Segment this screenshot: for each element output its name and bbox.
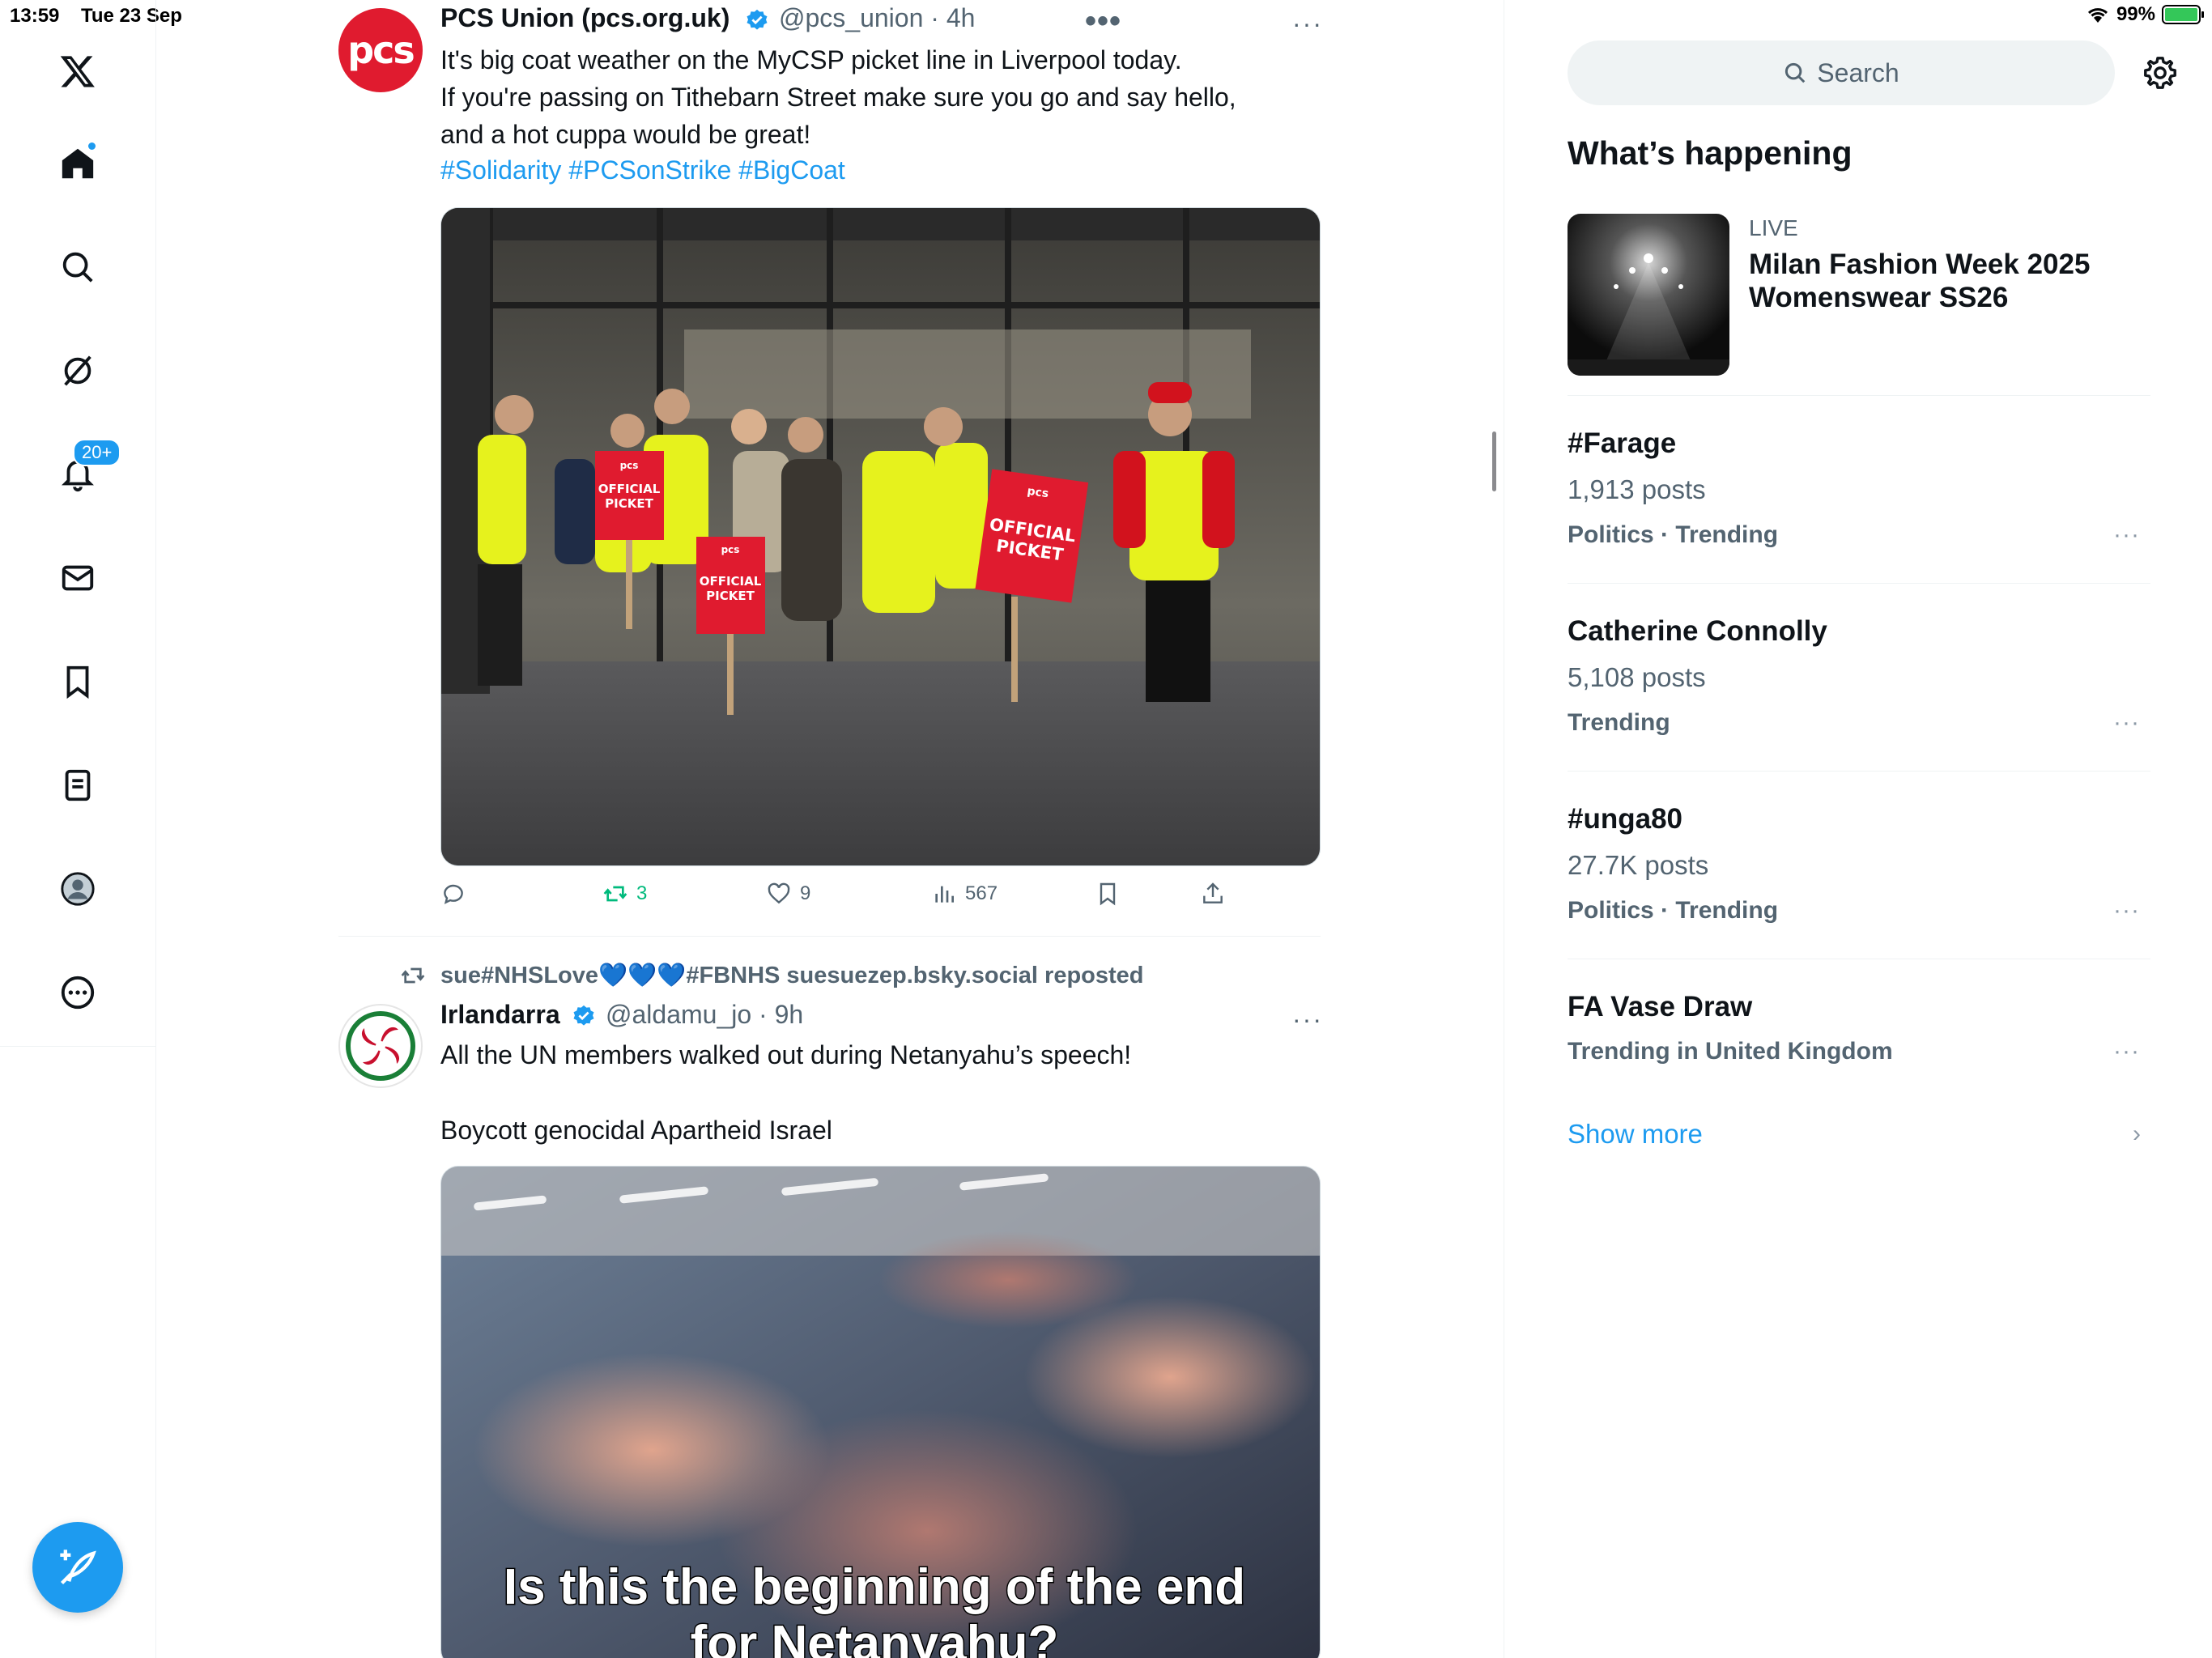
tweet-text-line: If you're passing on Tithebarn Street ma… [440,83,1236,112]
tweet-video[interactable]: Is this the beginning of the end for Net… [440,1166,1321,1658]
irlandarra-avatar[interactable] [338,1004,423,1088]
trend-more-icon[interactable]: ··· [2113,709,2140,737]
trend-post-count: 5,108 posts [1568,662,1706,692]
notification-badge: 20+ [73,439,121,466]
sidebar: 20+ [0,0,156,1658]
tweet-author-name[interactable]: PCS Union (pcs.org.uk) [440,3,730,33]
pcs-avatar[interactable]: pcs [338,8,423,92]
tweet-text-line: All the UN members walked out during Net… [440,1040,1132,1069]
live-event-title[interactable]: Milan Fashion Week 2025 Womenswear SS26 [1749,248,2138,314]
search-icon [1785,62,1806,83]
chevron-right-icon: › [2133,1120,2141,1147]
scroll-indicator[interactable] [1492,432,1496,491]
repost-hearts: 💙💙💙 [598,963,687,988]
messages-envelope-icon[interactable] [53,554,102,602]
grok-icon[interactable] [53,346,102,395]
explore-search-icon[interactable] [53,243,102,291]
search-input[interactable]: Search [1568,40,2115,105]
tweet-separator [338,936,1321,937]
trend-post-count: 1,913 posts [1568,474,1706,504]
tweet-handle-time[interactable]: @aldamu_jo · 9h [606,1000,803,1030]
trend-divider [1568,771,2150,772]
video-caption-line: for Netanyahu? [691,1616,1059,1658]
more-options-icon[interactable] [53,968,102,1017]
trend-title: FA Vase Draw [1568,991,1753,1022]
bookmarks-icon[interactable] [53,657,102,706]
video-caption-line: Is this the beginning of the end [504,1559,1245,1615]
tweet-author-name[interactable]: Irlandarra [440,1000,560,1030]
trend-title: #unga80 [1568,803,1682,835]
sign-pcs-text: pcs [721,544,740,555]
heart-icon [768,882,790,904]
repost-label: #FBNHS suesuezep.bsky.social reposted [686,963,1144,988]
profile-avatar-icon[interactable] [53,865,102,913]
sign-pcs-text: pcs [620,460,639,471]
retweet-icon [603,886,627,902]
trend-post-count: 27.7K posts [1568,850,1709,880]
grabber-dots-icon: ••• [1085,3,1122,39]
x-logo-icon[interactable] [53,47,102,96]
trend-title: Catherine Connolly [1568,615,1827,647]
tweet-text-line: Boycott genocidal Apartheid Israel [440,1116,832,1145]
reply-icon [444,884,463,904]
trend-more-icon[interactable]: ··· [2113,1038,2140,1065]
whats-happening-title: What’s happening [1568,134,1853,172]
retweet-button[interactable]: 3 [602,881,647,907]
trend-category: Politics · Trending [1568,521,1779,548]
bookmark-button[interactable] [1095,881,1121,907]
lists-icon[interactable] [53,761,102,810]
live-event-thumbnail[interactable] [1568,214,1729,376]
trend-title: #Farage [1568,427,1677,459]
tweet-text-line: It's big coat weather on the MyCSP picke… [440,45,1182,74]
trend-category: Politics · Trending [1568,897,1779,924]
notifications-bell-icon[interactable]: 20+ [53,439,121,499]
compose-post-button[interactable] [32,1522,123,1613]
bookmark-icon [1100,882,1116,906]
views-count: 567 [965,882,998,904]
views-chart-icon [935,886,954,903]
repost-context[interactable]: sue#NHSLove💙💙💙#FBNHS suesuezep.bsky.soci… [400,962,1144,989]
tweet-more-icon[interactable]: ··· [1292,1006,1323,1032]
tweet-photo[interactable]: pcs OFFICIAL PICKET pcs OFFICIAL PICKET … [440,207,1321,866]
avatar-text: pcs [347,28,415,72]
trend-divider [1568,583,2150,584]
like-count: 9 [800,882,811,904]
tweet-text-line: and a hot cuppa would be great! [440,120,811,149]
show-more-link[interactable]: Show more [1568,1119,1703,1150]
tweet-actions: 3 9 567 [440,881,1250,916]
retweet-count: 3 [636,882,648,904]
trend-more-icon[interactable]: ··· [2113,521,2140,549]
compose-feather-icon [60,1550,96,1585]
unread-dot [87,141,97,151]
sign-official-text: OFFICIAL [700,574,762,589]
sidebar-divider [0,1046,156,1047]
tweet-more-icon[interactable]: ··· [1292,11,1323,36]
live-label: LIVE [1749,215,1798,240]
repost-user: sue#NHSLove [440,963,599,988]
reply-button[interactable] [440,881,466,907]
like-button[interactable]: 9 [766,881,810,907]
sign-official-text: OFFICIAL [598,482,661,496]
share-button[interactable] [1200,881,1226,907]
verified-badge-icon [747,9,768,30]
sign-picket-text: PICKET [605,496,653,511]
trend-divider [1568,395,2150,396]
verified-badge-icon [573,1005,594,1026]
trend-category: Trending [1568,709,1670,736]
trend-category: Trending in United Kingdom [1568,1038,1893,1065]
retweet-icon [401,967,425,984]
views-button[interactable]: 567 [931,881,998,907]
search-placeholder: Search [1817,57,1899,87]
settings-gear-icon[interactable] [2142,54,2179,91]
tweet-hashtags[interactable]: #Solidarity #PCSonStrike #BigCoat [440,155,845,185]
share-icon [1203,882,1223,903]
sign-picket-text: PICKET [706,589,755,603]
trend-more-icon[interactable]: ··· [2113,897,2140,925]
home-icon[interactable] [53,139,102,188]
tweet-handle-time[interactable]: @pcs_union · 4h [779,3,975,33]
